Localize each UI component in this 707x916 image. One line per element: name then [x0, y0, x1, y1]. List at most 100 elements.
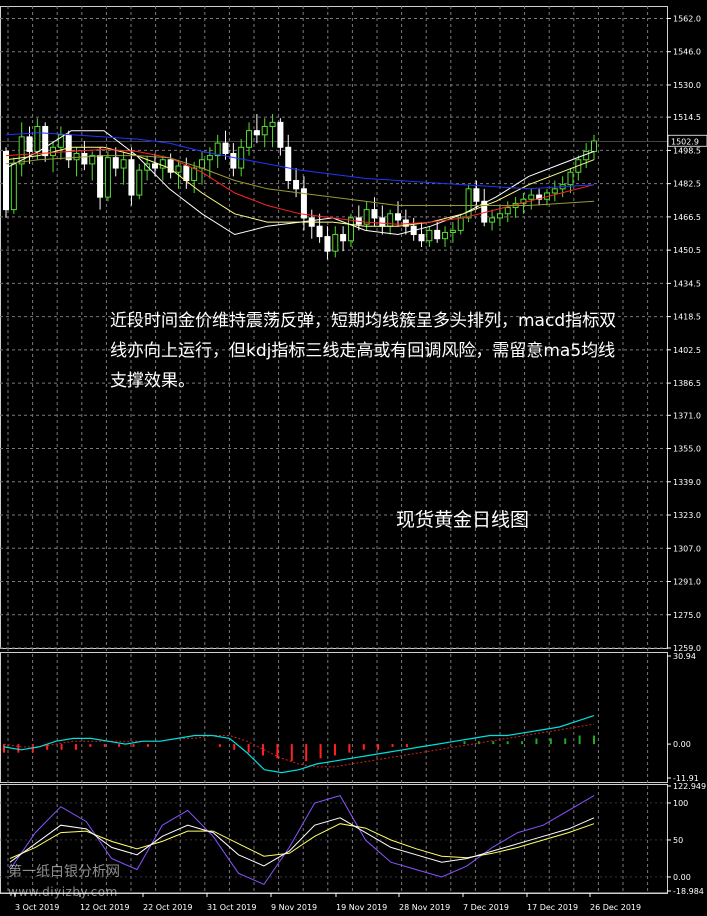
candle-body — [120, 159, 127, 169]
candle-body — [449, 229, 456, 233]
x-tick-label: 12 Oct 2019 — [80, 903, 129, 912]
price-tick-label: 1450.5 — [673, 246, 701, 255]
candle-body — [465, 188, 472, 219]
kdj-tick-label: 50 — [673, 836, 683, 845]
x-tick-label: 3 Oct 2019 — [15, 903, 59, 912]
price-tick-label: 1402.5 — [673, 346, 701, 355]
candle-body — [316, 225, 323, 238]
candle-body — [387, 213, 394, 227]
macd-panel — [3, 715, 595, 774]
macd-signal-line — [3, 723, 595, 768]
candle-body — [457, 217, 464, 231]
candle-body — [442, 231, 449, 240]
candle-body — [269, 121, 276, 128]
kdj-tick-label: 0.00 — [673, 873, 691, 882]
price-tick-label: 1482.5 — [673, 180, 701, 189]
price-tick-label: 1371.0 — [673, 411, 701, 420]
watermark: 第一纸白银分析网 www.diyizby.com — [8, 862, 120, 902]
gold-daily-chart: 1562.0 1546.0 1530.0 1514.5 1498.5 1482.5 1466… — [0, 6, 707, 912]
candle-body — [395, 213, 401, 221]
candle-body — [371, 209, 378, 219]
price-tick-label: 1307.0 — [673, 544, 701, 553]
macd-tick-label: 30.94 — [673, 652, 696, 661]
candle-body — [418, 234, 425, 242]
candle-body — [151, 163, 158, 169]
chart-caption: 现货黄金日线图 — [396, 509, 530, 531]
candle-body — [253, 130, 260, 136]
price-tick-label: 1546.0 — [673, 48, 701, 57]
candle-body — [591, 140, 597, 152]
candle-body — [489, 217, 496, 223]
candle-body — [473, 188, 480, 202]
candle-body — [222, 142, 229, 155]
candle-body — [73, 153, 80, 161]
kdj-tick-label: -18.984 — [673, 887, 704, 896]
price-tick-label: 1466.5 — [673, 213, 701, 222]
candle-body — [285, 146, 292, 182]
price-tick-label: 1514.5 — [673, 113, 701, 122]
candle-body — [112, 157, 119, 169]
candle-body — [104, 157, 111, 198]
candle-body — [496, 213, 503, 219]
x-tick-label: 9 Nov 2019 — [271, 903, 317, 912]
candle-body — [567, 171, 574, 186]
x-tick-label: 7 Dec 2019 — [463, 903, 509, 912]
price-tick-label: 1562.0 — [673, 14, 701, 23]
candle-body — [238, 146, 245, 169]
current-price-label: 1502.9 — [671, 137, 699, 146]
candle-body — [26, 136, 33, 152]
candle-body — [426, 229, 433, 242]
price-tick-label: 1291.0 — [673, 578, 701, 587]
candle-body — [175, 165, 182, 173]
price-tick-label: 1418.5 — [673, 313, 701, 322]
x-tick-label: 22 Oct 2019 — [143, 903, 192, 912]
candle-body — [199, 159, 205, 169]
candle-body — [42, 126, 49, 157]
candle-body — [10, 163, 17, 211]
candle-body — [246, 130, 253, 148]
candle-body — [347, 217, 354, 242]
candle-body — [230, 153, 237, 169]
price-tick-label: 1530.0 — [673, 81, 701, 90]
price-tick-label: 1434.5 — [673, 279, 701, 288]
x-tick-label: 26 Dec 2019 — [590, 903, 641, 912]
x-tick-label: 28 Nov 2019 — [399, 903, 450, 912]
grid-lines — [0, 6, 668, 894]
x-tick-label: 17 Dec 2019 — [527, 903, 578, 912]
price-tick-label: 1355.0 — [673, 445, 701, 454]
candle-body — [340, 234, 347, 242]
watermark-name: 第一纸白银分析网 — [8, 864, 120, 880]
x-tick-label: 19 Nov 2019 — [336, 903, 387, 912]
candle-body — [128, 159, 135, 196]
candle-body — [434, 229, 441, 240]
candle-body — [504, 207, 511, 215]
kdj-tick-label: 100 — [673, 799, 688, 808]
candle-body — [97, 155, 104, 198]
candle-body — [3, 150, 9, 211]
candle-body — [277, 121, 284, 148]
analysis-commentary: 近段时间金价维持震荡反弹，短期均线簇呈多头排列，macd指标双线亦向上运行，但k… — [110, 311, 617, 391]
candle-body — [528, 194, 535, 200]
candle-body — [81, 153, 88, 165]
x-tick-label: 31 Oct 2019 — [207, 903, 256, 912]
candle-body — [183, 165, 190, 182]
candle-body — [551, 188, 558, 194]
macd-tick-label: 0.00 — [673, 740, 691, 749]
price-tick-label: 1323.0 — [673, 511, 701, 520]
candle-body — [379, 217, 386, 227]
price-tick-label: 1275.0 — [673, 611, 701, 620]
price-tick-label: 1386.5 — [673, 379, 701, 388]
candle-body — [34, 126, 41, 152]
kdj-tick-label: 122.949 — [673, 782, 706, 791]
candle-body — [324, 236, 331, 252]
price-tick-label: 1498.5 — [673, 146, 701, 155]
candle-body — [136, 169, 143, 196]
candle-body — [206, 155, 213, 161]
watermark-url: www.diyizby.com — [8, 885, 118, 899]
candle-body — [293, 180, 300, 190]
candle-body — [261, 126, 268, 136]
price-tick-label: 1339.0 — [673, 478, 701, 487]
macd-frame — [0, 652, 668, 783]
price-panel — [3, 114, 597, 260]
ma-line-ma_fast — [5, 130, 595, 236]
